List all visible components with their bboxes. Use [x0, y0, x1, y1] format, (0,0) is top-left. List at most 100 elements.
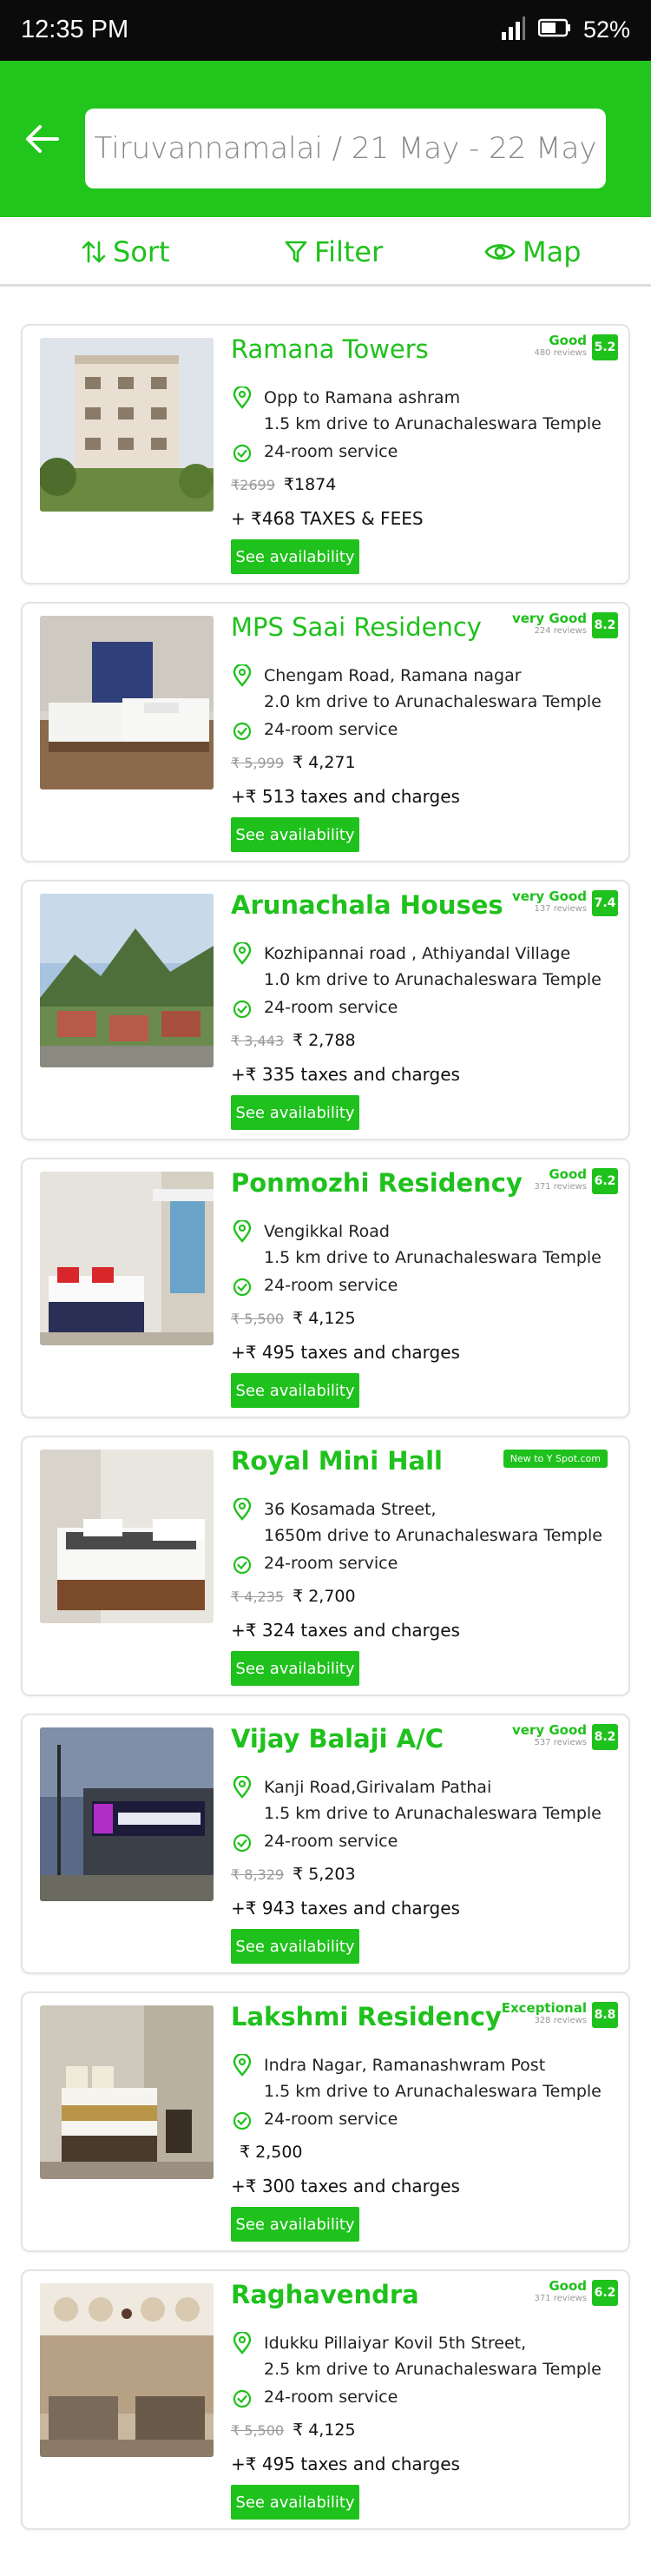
location-pin-icon: [233, 942, 252, 965]
address-line: Vengikkal Road: [264, 1222, 390, 1241]
search-header: Tiruvannamalai / 21 May - 22 May: [0, 61, 651, 217]
map-label: Map: [523, 235, 582, 268]
distance-line: 1.5 km drive to Arunachaleswara Temple: [264, 1804, 602, 1823]
battery-icon: [537, 17, 571, 42]
rating-label: very Good: [511, 1722, 587, 1738]
price-row: ₹ 4,235 ₹ 2,700: [231, 1587, 356, 1606]
hotel-card[interactable]: Raghavendra Good 371 reviews 6.2 Idukku …: [21, 2269, 630, 2530]
address-line: Opp to Ramana ashram: [264, 388, 461, 407]
sort-button[interactable]: Sort: [82, 233, 170, 271]
new-listing-badge: New to Y Spot.com: [503, 1450, 608, 1468]
current-price: ₹ 4,271: [293, 753, 356, 772]
review-count: 537 reviews: [534, 1738, 587, 1747]
hotel-name[interactable]: Raghavendra: [231, 2280, 419, 2309]
see-availability-button[interactable]: See availability: [231, 2485, 359, 2520]
location-pin-icon: [233, 2054, 252, 2077]
score-badge: 8.2: [592, 1724, 618, 1750]
rating: very Good 224 reviews 8.2: [512, 612, 618, 638]
taxes-fees: +₹ 513 taxes and charges: [231, 786, 460, 807]
room-service: 24-room service: [264, 2110, 398, 2129]
review-count: 328 reviews: [534, 2016, 587, 2025]
location-pin-icon: [233, 1776, 252, 1799]
address-line: Idukku Pillaiyar Kovil 5th Street,: [264, 2334, 527, 2353]
see-availability-button[interactable]: See availability: [231, 1095, 359, 1130]
review-count: 371 reviews: [534, 2294, 587, 2303]
score-badge: 6.2: [592, 2280, 618, 2306]
see-availability-button[interactable]: See availability: [231, 1373, 359, 1408]
hotel-address: Opp to Ramana ashram 1.5 km drive to Aru…: [264, 385, 602, 437]
hotel-name[interactable]: Vijay Balaji A/C: [231, 1724, 444, 1754]
see-availability-button[interactable]: See availability: [231, 2207, 359, 2242]
taxes-fees: +₹ 324 taxes and charges: [231, 1620, 460, 1641]
rating-label: Good: [549, 333, 587, 348]
taxes-fees: +₹ 495 taxes and charges: [231, 2454, 460, 2474]
filter-button[interactable]: Filter: [285, 233, 383, 271]
taxes-fees: + ₹468 TAXES & FEES: [231, 508, 424, 529]
hotel-photo: [40, 2283, 214, 2457]
rating: Good 371 reviews 6.2: [534, 1168, 618, 1194]
taxes-fees: +₹ 495 taxes and charges: [231, 1342, 460, 1363]
taxes-fees: +₹ 335 taxes and charges: [231, 1064, 460, 1085]
hotel-address: Kozhipannai road , Athiyandal Village 1.…: [264, 941, 602, 993]
hotel-photo: [40, 1450, 214, 1623]
status-bar: 12:35 PM 52%: [0, 0, 651, 61]
original-price: ₹ 8,329: [231, 1866, 285, 1883]
check-circle-icon: [233, 1556, 252, 1575]
rating-label: very Good: [511, 888, 587, 904]
see-availability-button[interactable]: See availability: [231, 1651, 359, 1686]
check-circle-icon: [233, 1000, 252, 1019]
price-row: ₹ 5,500 ₹ 4,125: [231, 2421, 356, 2440]
room-service: 24-room service: [264, 1554, 398, 1573]
hotel-card[interactable]: MPS Saai Residency very Good 224 reviews…: [21, 602, 630, 862]
back-button[interactable]: [19, 117, 64, 161]
hotel-name[interactable]: Royal Mini Hall: [231, 1446, 443, 1476]
price-row: ₹ 5,500 ₹ 4,125: [231, 1309, 356, 1328]
hotel-name[interactable]: Lakshmi Residency: [231, 2002, 502, 2031]
hotel-address: Indra Nagar, Ramanashwram Post 1.5 km dr…: [264, 2052, 602, 2104]
distance-line: 2.5 km drive to Arunachaleswara Temple: [264, 2360, 602, 2379]
map-button[interactable]: Map: [484, 233, 582, 271]
see-availability-button[interactable]: See availability: [231, 1929, 359, 1964]
hotel-card[interactable]: Lakshmi Residency Exceptional 328 review…: [21, 1991, 630, 2252]
check-circle-icon: [233, 1833, 252, 1853]
score-badge: 7.4: [592, 890, 618, 916]
signal-icon: [500, 15, 526, 44]
location-pin-icon: [233, 1220, 252, 1243]
check-circle-icon: [233, 722, 252, 741]
hotel-name[interactable]: Ramana Towers: [231, 334, 429, 364]
current-price: ₹ 2,500: [240, 2143, 303, 2162]
hotel-card[interactable]: Arunachala Houses very Good 137 reviews …: [21, 880, 630, 1140]
hotel-address: 36 Kosamada Street, 1650m drive to Aruna…: [264, 1496, 602, 1549]
hotel-address: Idukku Pillaiyar Kovil 5th Street, 2.5 k…: [264, 2330, 602, 2382]
room-service: 24-room service: [264, 442, 398, 461]
hotel-card[interactable]: Vijay Balaji A/C very Good 537 reviews 8…: [21, 1714, 630, 1974]
original-price: ₹ 5,999: [231, 754, 285, 771]
see-availability-button[interactable]: See availability: [231, 539, 359, 574]
review-count: 137 reviews: [534, 904, 587, 914]
address-line: Kozhipannai road , Athiyandal Village: [264, 944, 571, 963]
hotel-name[interactable]: MPS Saai Residency: [231, 612, 482, 642]
hotel-name[interactable]: Ponmozhi Residency: [231, 1168, 523, 1198]
original-price: ₹ 5,500: [231, 1310, 285, 1327]
battery-percent: 52%: [582, 16, 630, 43]
review-count: 371 reviews: [534, 1182, 587, 1192]
distance-line: 1.5 km drive to Arunachaleswara Temple: [264, 414, 602, 433]
hotel-card[interactable]: Royal Mini Hall New to Y Spot.com 36 Kos…: [21, 1436, 630, 1696]
see-availability-button[interactable]: See availability: [231, 817, 359, 852]
room-service: 24-room service: [264, 2388, 398, 2407]
address-line: 36 Kosamada Street,: [264, 1500, 437, 1519]
room-service: 24-room service: [264, 1276, 398, 1295]
hotel-name[interactable]: Arunachala Houses: [231, 890, 503, 920]
search-input[interactable]: Tiruvannamalai / 21 May - 22 May: [85, 109, 606, 188]
rating: very Good 537 reviews 8.2: [512, 1724, 618, 1750]
hotel-card[interactable]: Ramana Towers Good 480 reviews 5.2 Opp t…: [21, 324, 630, 585]
address-line: Indra Nagar, Ramanashwram Post: [264, 2056, 546, 2075]
taxes-fees: +₹ 300 taxes and charges: [231, 2176, 460, 2196]
hotel-photo: [40, 1727, 214, 1901]
hotel-card[interactable]: Ponmozhi Residency Good 371 reviews 6.2 …: [21, 1158, 630, 1418]
hotel-address: Chengam Road, Ramana nagar 2.0 km drive …: [264, 663, 602, 715]
hotel-address: Kanji Road,Girivalam Pathai 1.5 km drive…: [264, 1774, 602, 1826]
distance-line: 1.5 km drive to Arunachaleswara Temple: [264, 1248, 602, 1267]
hotel-photo: [40, 2005, 214, 2179]
room-service: 24-room service: [264, 1832, 398, 1851]
